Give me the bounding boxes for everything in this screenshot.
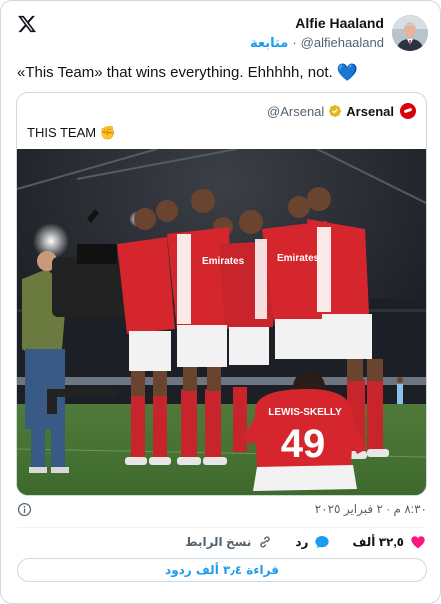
sponsor-text: Emirates <box>202 256 245 267</box>
quoted-handle[interactable]: @Arsenal <box>267 104 324 119</box>
arsenal-logo-icon <box>400 103 416 119</box>
link-icon <box>260 536 271 548</box>
read-replies-button[interactable]: قراءة ٣٫٤ ألف ردود <box>17 558 427 582</box>
reply-label: رد <box>295 535 309 549</box>
action-bar: ٣٢,٥ ألف رد نسخ الرابط <box>17 531 426 553</box>
sponsor-text: Emirates <box>277 253 320 264</box>
blue-heart-emoji: 💙 <box>336 63 359 82</box>
avatar-image <box>392 15 428 51</box>
quoted-body: THIS TEAM <box>27 125 97 140</box>
quoted-tweet[interactable]: @Arsenal Arsenal THIS TEAM ✊ Emirates Em… <box>16 92 427 496</box>
heart-icon <box>411 536 425 549</box>
reply-bubble-icon <box>315 536 330 548</box>
separator: · <box>292 35 297 50</box>
team-photo[interactable]: Emirates Emirates LEWIS-SKELLY 49 <box>17 149 427 496</box>
verified-gold-icon <box>329 105 342 117</box>
raised-fist-emoji: ✊ <box>99 125 116 140</box>
tweet-text: «This Team» that wins everything. Ehhhhh… <box>17 63 358 83</box>
reply-button[interactable]: رد <box>295 534 330 550</box>
x-logo-icon[interactable] <box>17 14 37 34</box>
copy-link-label: نسخ الرابط <box>185 535 252 549</box>
divider <box>17 527 424 528</box>
quoted-author[interactable]: @Arsenal Arsenal <box>267 103 416 119</box>
tweet-body: «This Team» that wins everything. Ehhhhh… <box>17 64 333 81</box>
author-handle[interactable]: @alfiehaaland <box>301 34 384 51</box>
tweet-card: Alfie Haaland متابعة · @alfiehaaland «Th… <box>0 0 441 604</box>
author-name[interactable]: Alfie Haaland <box>250 15 384 32</box>
quoted-text: THIS TEAM ✊ <box>27 125 116 141</box>
like-count: ٣٢,٥ ألف <box>352 535 404 549</box>
avatar[interactable] <box>392 15 428 51</box>
follow-button[interactable]: متابعة <box>250 34 288 51</box>
info-icon[interactable] <box>17 502 32 517</box>
like-button[interactable]: ٣٢,٥ ألف <box>352 534 426 550</box>
player-number-text: 49 <box>281 422 326 466</box>
tweet-author[interactable]: Alfie Haaland متابعة · @alfiehaaland <box>250 11 428 55</box>
tweet-meta: ٨:٣٠ م · ٢ فبراير ٢٠٢٥ <box>17 501 427 519</box>
timestamp[interactable]: ٨:٣٠ م · ٢ فبراير ٢٠٢٥ <box>315 502 427 516</box>
quoted-name[interactable]: Arsenal <box>346 104 394 119</box>
copy-link-button[interactable]: نسخ الرابط <box>185 534 273 550</box>
player-name-text: LEWIS-SKELLY <box>268 407 342 418</box>
